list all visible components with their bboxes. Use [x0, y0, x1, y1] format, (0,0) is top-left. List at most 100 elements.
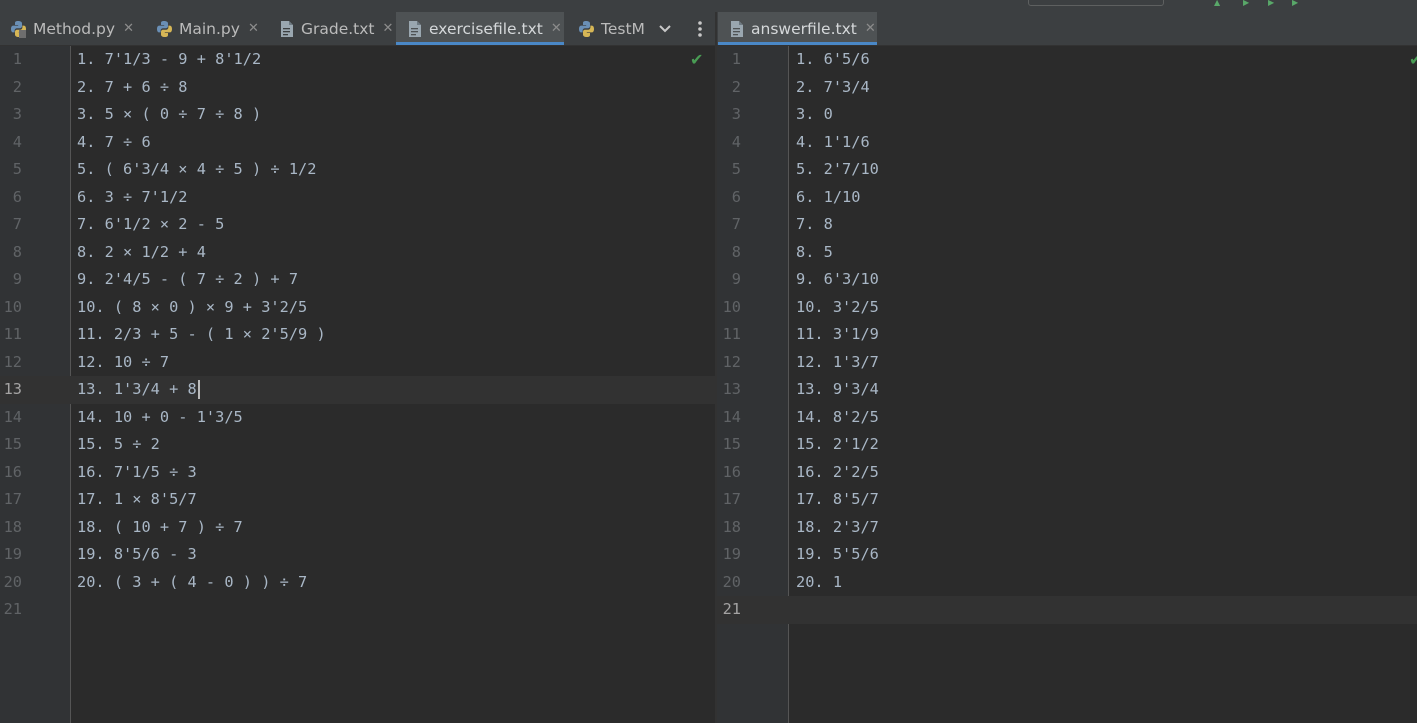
code-text: 18. ( 10 + 7 ) ÷ 7 — [77, 517, 243, 536]
code-line[interactable]: 12 12. 10 ÷ 7 — [0, 349, 715, 377]
code-line[interactable]: 7 7. 6'1/2 × 2 - 5 — [0, 211, 715, 239]
close-icon[interactable]: ✕ — [248, 21, 259, 36]
line-number: 7 — [12, 215, 22, 233]
code-line[interactable]: 18 18. ( 10 + 7 ) ÷ 7 — [0, 514, 715, 542]
code-text: 1. 6'5/6 — [796, 50, 870, 68]
line-number: 10 — [722, 297, 741, 316]
code-line[interactable]: 6 6. 3 ÷ 7'1/2 — [0, 184, 715, 212]
code-text: 14. 8'2/5 — [796, 407, 879, 426]
code-line[interactable]: 9 9. 6'3/10 — [717, 266, 1417, 294]
code-line[interactable]: 13 13. 1'3/4 + 8 — [0, 376, 715, 404]
code-line[interactable]: 2 2. 7 + 6 ÷ 8 — [0, 74, 715, 102]
code-line[interactable]: 18 18. 2'3/7 — [717, 514, 1417, 542]
code-text: 10. 3'2/5 — [796, 297, 879, 316]
code-line[interactable]: 21 — [0, 596, 715, 624]
code-line[interactable]: 1 1. 6'5/6 — [717, 46, 1417, 74]
code-line[interactable]: 17 17. 8'5/7 — [717, 486, 1417, 514]
left-editor-pane: Method.py ✕ Main.py ✕ Grade.txt ✕ exerci… — [0, 12, 715, 723]
code-area[interactable]: 1 1. 7'1/3 - 9 + 8'1/2 2 2. 7 + 6 ÷ 8 3 3. 5 … — [0, 46, 715, 624]
code-line[interactable]: 11 11. 3'1/9 — [717, 321, 1417, 349]
tab-answerfile-txt[interactable]: answerfile.txt ✕ — [718, 12, 877, 45]
tab-method-py[interactable]: Method.py ✕ — [0, 12, 141, 45]
line-number: 6 — [731, 187, 741, 206]
line-number: 19 — [3, 545, 22, 563]
code-line[interactable]: 19 19. 8'5/6 - 3 — [0, 541, 715, 569]
line-number: 13 — [3, 380, 22, 398]
line-number: 16 — [722, 462, 741, 481]
line-number: 5 — [12, 160, 22, 178]
line-number: 6 — [12, 187, 22, 206]
code-line[interactable]: 3 3. 5 × ( 0 ÷ 7 ÷ 8 ) — [0, 101, 715, 129]
code-line[interactable]: 21 — [717, 596, 1417, 624]
tab-exercisefile-txt[interactable]: exercisefile.txt ✕ — [396, 12, 564, 45]
code-line[interactable]: 5 5. ( 6'3/4 × 4 ÷ 5 ) ÷ 1/2 — [0, 156, 715, 184]
tab-label: Grade.txt — [301, 19, 375, 38]
close-icon[interactable]: ✕ — [865, 21, 876, 36]
code-line[interactable]: 16 16. 2'2/5 — [717, 459, 1417, 487]
code-line[interactable]: 9 9. 2'4/5 - ( 7 ÷ 2 ) + 7 — [0, 266, 715, 294]
code-line[interactable]: 13 13. 9'3/4 — [717, 376, 1417, 404]
code-line[interactable]: 20 20. 1 — [717, 569, 1417, 597]
code-line[interactable]: 15 15. 5 ÷ 2 — [0, 431, 715, 459]
line-number: 7 — [731, 215, 741, 233]
code-line[interactable]: 2 2. 7'3/4 — [717, 74, 1417, 102]
line-number: 9 — [12, 270, 22, 288]
tab-label: Method.py — [33, 19, 116, 38]
code-text: 10. ( 8 × 0 ) × 9 + 3'2/5 — [77, 297, 308, 316]
code-text: 11. 2/3 + 5 - ( 1 × 2'5/9 ) — [77, 325, 326, 343]
line-number: 1 — [12, 50, 22, 68]
code-text: 16. 2'2/5 — [796, 462, 879, 481]
code-text: 9. 6'3/10 — [796, 270, 879, 288]
code-line[interactable]: 16 16. 7'1/5 ÷ 3 — [0, 459, 715, 487]
code-text: 12. 1'3/7 — [796, 352, 879, 371]
line-number: 11 — [3, 325, 22, 343]
more-vert-icon[interactable] — [688, 12, 712, 45]
close-icon[interactable]: ✕ — [383, 21, 392, 36]
coverage-icon[interactable]: ▶ — [1292, 0, 1298, 7]
code-line[interactable]: 4 4. 1'1/6 — [717, 129, 1417, 157]
code-line[interactable]: 4 4. 7 ÷ 6 — [0, 129, 715, 157]
code-line[interactable]: 3 3. 0 — [717, 101, 1417, 129]
tab-grade-txt[interactable]: Grade.txt ✕ — [268, 12, 392, 45]
tab-testm[interactable]: TestM — [568, 12, 648, 45]
code-text: 14. 10 + 0 - 1'3/5 — [77, 407, 243, 426]
code-line[interactable]: 8 8. 5 — [717, 239, 1417, 267]
code-line[interactable]: 14 14. 10 + 0 - 1'3/5 — [0, 404, 715, 432]
code-text: 2. 7'3/4 — [796, 77, 870, 96]
line-number: 5 — [731, 160, 741, 178]
code-area[interactable]: 1 1. 6'5/6 2 2. 7'3/4 3 3. 0 4 4. 1'1/6 5 5. 2'7/… — [717, 46, 1417, 624]
code-line[interactable]: 19 19. 5'5/6 — [717, 541, 1417, 569]
code-line[interactable]: 17 17. 1 × 8'5/7 — [0, 486, 715, 514]
code-text: 20. 1 — [796, 572, 843, 591]
close-icon[interactable]: ✕ — [123, 21, 134, 36]
chevron-down-icon[interactable] — [652, 12, 678, 45]
code-line[interactable]: 15 15. 2'1/2 — [717, 431, 1417, 459]
code-line[interactable]: 20 20. ( 3 + ( 4 - 0 ) ) ÷ 7 — [0, 569, 715, 597]
tab-label: Main.py — [179, 19, 240, 38]
code-line[interactable]: 5 5. 2'7/10 — [717, 156, 1417, 184]
code-line[interactable]: 1 1. 7'1/3 - 9 + 8'1/2 — [0, 46, 715, 74]
code-line[interactable]: 10 10. ( 8 × 0 ) × 9 + 3'2/5 — [0, 294, 715, 322]
tab-main-py[interactable]: Main.py ✕ — [146, 12, 263, 45]
code-text: 5. ( 6'3/4 × 4 ÷ 5 ) ÷ 1/2 — [77, 160, 317, 178]
code-line[interactable]: 6 6. 1/10 — [717, 184, 1417, 212]
line-number: 15 — [722, 435, 741, 453]
code-line[interactable]: 7 7. 8 — [717, 211, 1417, 239]
python-file-icon — [579, 20, 594, 37]
code-text: 6. 1/10 — [796, 187, 861, 206]
code-line[interactable]: 10 10. 3'2/5 — [717, 294, 1417, 322]
close-icon[interactable]: ✕ — [551, 21, 562, 36]
code-line[interactable]: 8 8. 2 × 1/2 + 4 — [0, 239, 715, 267]
python-file-icon — [157, 20, 172, 37]
debug-icon[interactable]: ▶ — [1268, 0, 1274, 7]
line-number: 4 — [12, 132, 22, 151]
code-line[interactable]: 11 11. 2/3 + 5 - ( 1 × 2'5/9 ) — [0, 321, 715, 349]
run-icon[interactable]: ▶ — [1243, 0, 1249, 7]
build-icon[interactable]: ▲ — [1214, 0, 1220, 7]
code-line[interactable]: 14 14. 8'2/5 — [717, 404, 1417, 432]
code-line[interactable]: 12 12. 1'3/7 — [717, 349, 1417, 377]
code-text: 4. 1'1/6 — [796, 132, 870, 151]
tab-label: TestM — [601, 19, 645, 38]
run-configuration-selector[interactable] — [1028, 0, 1164, 6]
code-text: 2. 7 + 6 ÷ 8 — [77, 77, 188, 96]
